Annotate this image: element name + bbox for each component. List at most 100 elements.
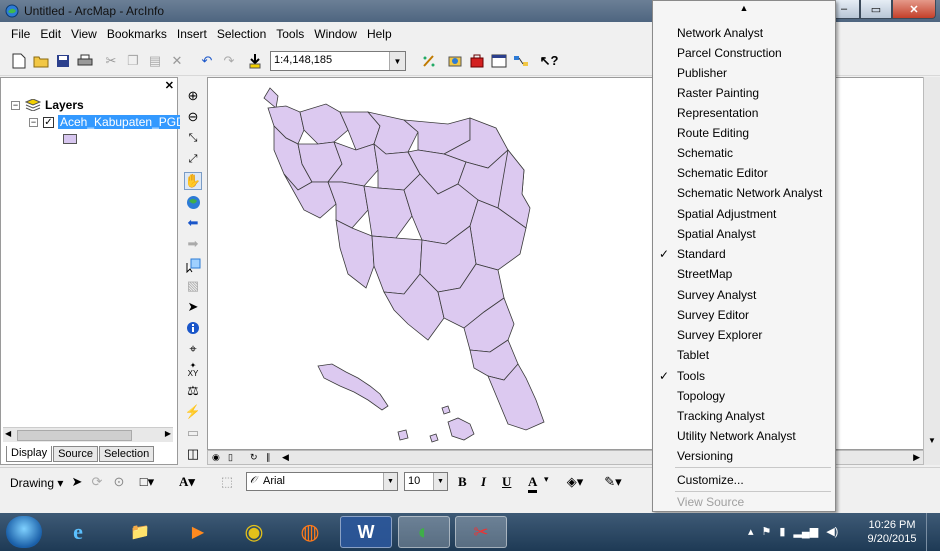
cut-icon[interactable]: ✂ (102, 52, 120, 70)
start-button[interactable] (6, 516, 42, 548)
firefox-icon[interactable]: ◍ (284, 516, 336, 548)
toc-horizontal-scrollbar[interactable]: ◀ ▶ (3, 427, 173, 442)
island-polygons[interactable] (317, 363, 475, 443)
chrome-icon[interactable]: ◉ (228, 516, 280, 548)
flag-icon[interactable]: ⚑ (762, 525, 772, 538)
network-icon[interactable]: ▂▄▆ (793, 525, 818, 538)
rectangle-tool-icon[interactable]: □▾ (138, 473, 156, 491)
close-button[interactable]: ✕ (892, 0, 936, 19)
menu-item-versioning[interactable]: Versioning (653, 446, 835, 466)
menu-item-customize[interactable]: Customize... (653, 470, 835, 490)
scroll-right-icon[interactable]: ▶ (165, 429, 171, 438)
tab-source[interactable]: Source (53, 446, 98, 462)
forward-extent-icon[interactable]: ➡ (184, 235, 202, 253)
collapse-icon[interactable]: − (11, 100, 20, 110)
menu-item-survey-explorer[interactable]: Survey Explorer (653, 325, 835, 345)
menu-insert[interactable]: Insert (172, 27, 212, 41)
menu-help[interactable]: Help (362, 27, 397, 41)
menu-item-schematic-network-analyst[interactable]: Schematic Network Analyst (653, 183, 835, 203)
edit-vertices-icon[interactable]: ⬚ (218, 473, 236, 491)
italic-button[interactable]: I (481, 474, 486, 490)
layout-view-icon[interactable]: ▯ (228, 452, 233, 463)
scroll-up-icon[interactable]: ▲ (653, 3, 835, 13)
font-size-combobox[interactable]: 10 ▼ (404, 472, 448, 491)
scroll-right-icon[interactable]: ▶ (913, 452, 920, 463)
hyperlink-icon[interactable]: ⚡ (184, 403, 202, 421)
collapse-icon[interactable]: − (29, 117, 38, 127)
map-vertical-scrollbar[interactable]: ▼ (923, 77, 940, 465)
clear-selection-icon[interactable]: ▧ (184, 277, 202, 295)
html-popup-icon[interactable]: ▭ (184, 424, 202, 442)
copy-icon[interactable]: ❐ (124, 52, 142, 70)
editor-toolbar-icon[interactable] (420, 52, 438, 70)
drawing-menu[interactable]: Drawing ▾ (10, 476, 63, 490)
clock[interactable]: 10:26 PM 9/20/2015 (862, 518, 922, 546)
menu-file[interactable]: File (6, 27, 35, 41)
layer-visibility-checkbox[interactable]: ✓ (43, 116, 54, 128)
fixed-zoom-out-icon[interactable]: ⤢ (184, 150, 202, 168)
back-extent-icon[interactable]: ⬅ (184, 214, 202, 232)
arctoolbox-icon[interactable] (468, 52, 486, 70)
print-icon[interactable] (76, 52, 94, 70)
layer-symbol-swatch[interactable] (63, 134, 77, 144)
chevron-down-icon[interactable]: ▼ (383, 473, 397, 490)
scroll-thumb[interactable] (17, 430, 132, 441)
menu-window[interactable]: Window (309, 27, 362, 41)
menu-item-spatial-adjustment[interactable]: Spatial Adjustment (653, 204, 835, 224)
show-desktop-button[interactable] (926, 513, 940, 551)
show-hidden-icons-icon[interactable]: ▴ (748, 525, 754, 538)
maximize-button[interactable]: ▭ (860, 0, 892, 19)
underline-button[interactable]: U (502, 474, 511, 490)
menu-item-raster-painting[interactable]: Raster Painting (653, 83, 835, 103)
menu-item-survey-analyst[interactable]: Survey Analyst (653, 285, 835, 305)
menu-item-topology[interactable]: Topology (653, 386, 835, 406)
rotate-icon[interactable]: ⟳ (88, 473, 106, 491)
menu-item-schematic-editor[interactable]: Schematic Editor (653, 163, 835, 183)
pan-hand-icon[interactable]: ✋ (184, 172, 202, 190)
line-color-icon[interactable]: ✎▾ (604, 473, 622, 491)
go-to-xy-icon[interactable]: ✦ XY (184, 361, 202, 379)
identify-icon[interactable] (184, 319, 202, 337)
model-builder-icon[interactable] (512, 52, 530, 70)
undo-icon[interactable]: ↶ (198, 52, 216, 70)
paste-icon[interactable]: ▤ (146, 52, 164, 70)
text-tool-icon[interactable]: A▾ (178, 473, 196, 491)
data-view-icon[interactable]: ◉ (212, 452, 220, 463)
menu-item-spatial-analyst[interactable]: Spatial Analyst (653, 224, 835, 244)
zoom-to-selected-icon[interactable]: ⊙ (110, 473, 128, 491)
measure-icon[interactable]: ⚖ (184, 382, 202, 400)
new-document-icon[interactable] (10, 52, 28, 70)
select-elements-icon[interactable]: ➤ (68, 473, 86, 491)
arccatalog-icon[interactable] (446, 52, 464, 70)
command-line-icon[interactable] (490, 52, 508, 70)
zoom-in-icon[interactable]: ⊕ (184, 87, 202, 105)
menu-item-network-analyst[interactable]: Network Analyst (653, 23, 835, 43)
menu-item-publisher[interactable]: Publisher (653, 63, 835, 83)
menu-tools[interactable]: Tools (271, 27, 309, 41)
tab-selection[interactable]: Selection (98, 446, 155, 462)
layers-root-row[interactable]: − Layers (11, 98, 84, 112)
arccatalog-icon[interactable]: ✂ (455, 516, 507, 548)
select-features-icon[interactable] (184, 256, 202, 274)
file-explorer-icon[interactable]: 📁 (114, 516, 166, 548)
scroll-down-icon[interactable]: ▼ (928, 436, 936, 445)
chevron-down-icon[interactable]: ▼ (389, 52, 405, 70)
font-name-combobox[interactable]: 𝒪 Arial ▼ (246, 472, 398, 491)
bold-button[interactable]: B (458, 474, 467, 490)
menu-view[interactable]: View (66, 27, 102, 41)
menu-bookmarks[interactable]: Bookmarks (102, 27, 172, 41)
fixed-zoom-in-icon[interactable]: ⤡ (184, 129, 202, 147)
zoom-out-icon[interactable]: ⊖ (184, 108, 202, 126)
volume-icon[interactable]: ◀) (826, 525, 838, 538)
menu-item-standard[interactable]: ✓ Standard (653, 244, 835, 264)
media-player-icon[interactable]: ▶ (172, 516, 224, 548)
menu-selection[interactable]: Selection (212, 27, 271, 41)
redo-icon[interactable]: ↷ (220, 52, 238, 70)
chevron-down-icon[interactable]: ▼ (433, 473, 447, 490)
menu-item-parcel-construction[interactable]: Parcel Construction (653, 43, 835, 63)
menu-item-tools[interactable]: ✓ Tools (653, 366, 835, 386)
save-icon[interactable] (54, 52, 72, 70)
fill-color-icon[interactable]: ◈▾ (566, 473, 584, 491)
menu-item-schematic[interactable]: Schematic (653, 143, 835, 163)
scroll-left-icon[interactable]: ◀ (282, 452, 289, 463)
